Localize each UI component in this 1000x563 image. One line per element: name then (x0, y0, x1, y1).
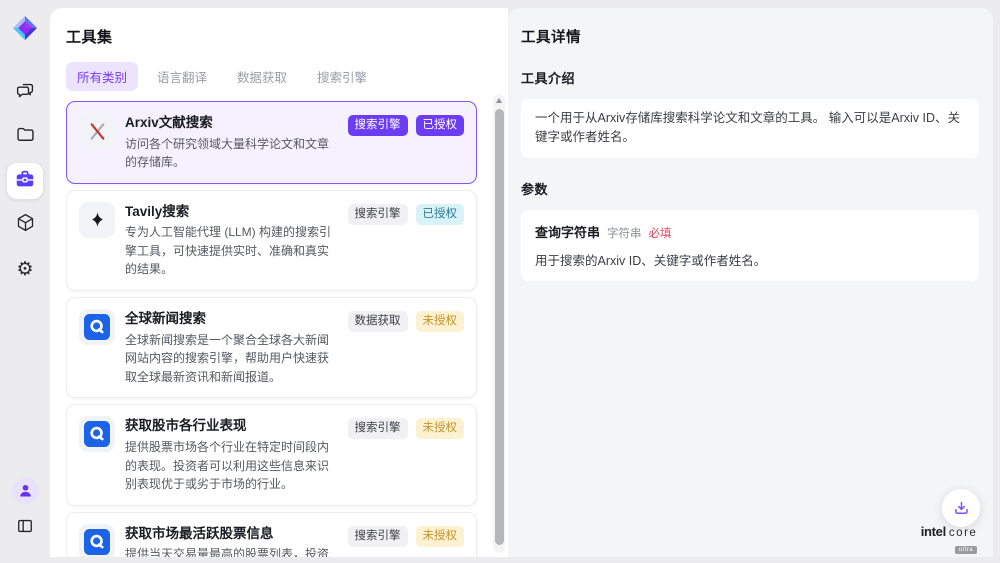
tool-card[interactable]: 全球新闻搜索 全球新闻搜索是一个聚合全球各大新闻网站内容的搜索引擎，帮助用户快速… (66, 297, 477, 398)
toolbox-icon (14, 168, 36, 195)
category-tab[interactable]: 所有类别 (66, 62, 138, 91)
category-tab[interactable]: 数据获取 (226, 62, 298, 91)
nav-files[interactable] (7, 119, 43, 155)
rail-nav: ⚙ (7, 75, 43, 287)
quark-search-icon (79, 524, 115, 557)
core-wordmark: core (949, 528, 977, 540)
auth-status-badge: 未授权 (416, 418, 465, 439)
tools-panel: 工具集 所有类别语言翻译数据获取搜索引擎 Arxiv文献搜索 访问各个研究领域大… (50, 8, 508, 557)
person-icon (17, 482, 34, 499)
param-name: 查询字符串 (535, 222, 600, 241)
panel-toggle-icon (15, 516, 35, 541)
cube-icon (15, 212, 36, 238)
tool-description: 访问各个研究领域大量科学论文和文章的存储库。 (125, 135, 338, 172)
tools-list: Arxiv文献搜索 访问各个研究领域大量科学论文和文章的存储库。 搜索引擎 已授… (66, 101, 508, 557)
chat-icon (15, 80, 36, 106)
arxiv-icon (79, 113, 115, 149)
app-window: ⚙ 工具集 所有类别语言翻译数据获取搜索引擎 (0, 0, 1000, 563)
gear-icon: ⚙ (16, 260, 33, 279)
category-badge: 数据获取 (348, 311, 408, 332)
intro-heading: 工具介绍 (521, 68, 979, 87)
quark-search-icon (79, 309, 115, 345)
rail-bottom (10, 477, 40, 543)
category-badge: 搜索引擎 (348, 418, 408, 439)
tool-detail-panel: 工具详情 工具介绍 一个用于从Arxiv存储库搜索科学论文和文章的工具。 输入可… (508, 8, 993, 557)
tool-description: 提供股票市场各个行业在特定时间段内的表现。投资者可以利用这些信息来识别表现优于或… (125, 438, 338, 494)
param-required-badge: 必填 (649, 225, 672, 241)
tool-name: 获取市场最活跃股票信息 (125, 525, 338, 543)
category-badge: 搜索引擎 (348, 526, 408, 547)
nav-tools[interactable] (7, 163, 43, 199)
nav-models[interactable] (7, 207, 43, 243)
tool-intro-text: 一个用于从Arxiv存储库搜索科学论文和文章的工具。 输入可以是Arxiv ID… (521, 99, 979, 158)
download-icon (952, 499, 971, 518)
app-logo[interactable] (11, 14, 39, 42)
tool-card[interactable]: Arxiv文献搜索 访问各个研究领域大量科学论文和文章的存储库。 搜索引擎 已授… (66, 101, 477, 184)
param-description: 用于搜索的Arxiv ID、关键字或作者姓名。 (535, 250, 965, 269)
category-badge: 搜索引擎 (348, 204, 408, 225)
auth-status-badge: 已授权 (416, 115, 465, 136)
scrollbar-thumb[interactable] (495, 109, 504, 545)
intel-core-logo: intel core ultra (911, 525, 987, 556)
ultra-badge: ultra (955, 546, 977, 554)
intel-wordmark: intel (921, 525, 946, 538)
tool-description: 提供当天交易量最高的股票列表，投资者可以利用这些信息来识别流动性强的股票和潜在的… (125, 545, 338, 557)
user-avatar[interactable] (12, 477, 39, 504)
tool-card[interactable]: 获取股市各行业表现 提供股票市场各个行业在特定时间段内的表现。投资者可以利用这些… (66, 404, 477, 505)
category-badge: 搜索引擎 (348, 115, 408, 136)
detail-title: 工具详情 (521, 26, 979, 47)
tool-description: 全球新闻搜索是一个聚合全球各大新闻网站内容的搜索引擎，帮助用户快速获取全球最新资… (125, 331, 338, 387)
params-heading: 参数 (521, 179, 979, 198)
auth-status-badge: 未授权 (416, 526, 465, 547)
tool-description: 专为人工智能代理 (LLM) 构建的搜索引擎工具，可快速提供实时、准确和真实的结… (125, 223, 338, 279)
nav-rail: ⚙ (0, 0, 50, 563)
page-title: 工具集 (66, 26, 508, 47)
tool-name: Arxiv文献搜索 (125, 114, 338, 132)
category-tabs: 所有类别语言翻译数据获取搜索引擎 (66, 62, 508, 91)
nav-settings[interactable]: ⚙ (7, 251, 43, 287)
quark-search-icon (79, 416, 115, 452)
nav-chat[interactable] (7, 75, 43, 111)
gem-logo-icon (11, 14, 39, 42)
tool-card[interactable]: Tavily搜索 专为人工智能代理 (LLM) 构建的搜索引擎工具，可快速提供实… (66, 190, 477, 291)
auth-status-badge: 未授权 (416, 311, 465, 332)
tool-card[interactable]: 获取市场最活跃股票信息 提供当天交易量最高的股票列表，投资者可以利用这些信息来识… (66, 512, 477, 557)
list-scrollbar[interactable] (493, 94, 505, 553)
param-type: 字符串 (607, 225, 642, 241)
collapse-sidebar-button[interactable] (10, 513, 40, 543)
tool-name: 全球新闻搜索 (125, 310, 338, 328)
sparkle-icon (79, 202, 115, 238)
param-card: 查询字符串 字符串 必填 用于搜索的Arxiv ID、关键字或作者姓名。 (521, 210, 979, 281)
category-tab[interactable]: 搜索引擎 (306, 62, 378, 91)
tool-name: 获取股市各行业表现 (125, 417, 338, 435)
scrollbar-up-arrow[interactable] (496, 98, 502, 103)
category-tab[interactable]: 语言翻译 (146, 62, 218, 91)
download-button[interactable] (942, 489, 980, 527)
auth-status-badge: 已授权 (416, 204, 465, 225)
tool-name: Tavily搜索 (125, 203, 338, 221)
folder-icon (15, 124, 36, 150)
